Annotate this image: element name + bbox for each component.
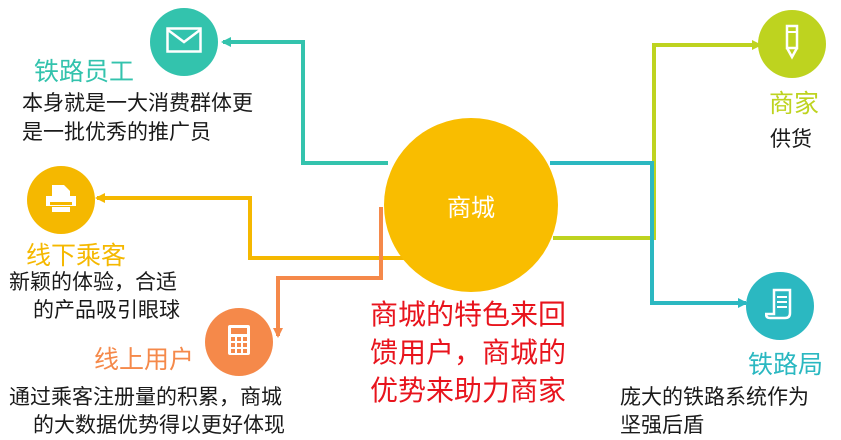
connector-railway-bureau (550, 161, 748, 308)
calculator-icon (227, 324, 251, 360)
railway-bureau-desc-line-2: 坚强后盾 (620, 413, 704, 437)
railway-bureau-node (746, 272, 814, 340)
offline-passenger-title: 线下乘客 (26, 241, 127, 270)
envelope-icon (166, 27, 202, 57)
railway-staff-node (150, 8, 218, 76)
printer-icon (44, 182, 78, 218)
railway-bureau-title: 铁路局 (748, 350, 824, 379)
offline-passenger-node (27, 166, 95, 234)
railway-bureau-desc-line-1: 庞大的铁路系统作为 (620, 385, 809, 409)
highlight-line-3: 优势来助力商家 (370, 374, 567, 407)
railway-staff-desc-line-2: 是一批优秀的推广员 (22, 120, 211, 144)
merchant-node (758, 10, 826, 78)
offline-passenger-desc-line-1: 新颖的体验，合适 (9, 270, 177, 294)
connector-offline-passenger (95, 193, 405, 260)
online-user-node (205, 308, 273, 376)
railway-staff-desc-line-1: 本身就是一大消费群体更 (22, 91, 253, 115)
highlight-text: 商城的特色来回 馈用户，商城的 优势来助力商家 (370, 296, 566, 410)
scroll-icon (764, 287, 795, 325)
online-user-desc-line-2: 的大数据优势得以更好体现 (33, 413, 285, 437)
connector-online-user (273, 207, 383, 338)
online-user-desc-line-1: 通过乘客注册量的积累，商城 (9, 385, 282, 409)
merchant-title: 商家 (769, 89, 820, 118)
offline-passenger-desc-line-2: 的产品吸引眼球 (33, 298, 180, 322)
online-user-title: 线上用户 (94, 345, 195, 374)
railway-staff-title: 铁路员工 (34, 57, 135, 86)
highlight-line-2: 馈用户，商城的 (370, 336, 567, 369)
center-label: 商城 (447, 193, 495, 222)
center-node: 商城 (384, 118, 558, 292)
merchant-desc-line-1: 供货 (770, 127, 812, 151)
highlight-line-1: 商城的特色来回 (370, 298, 567, 331)
pen-icon (782, 24, 802, 64)
connector-merchant (553, 40, 762, 240)
